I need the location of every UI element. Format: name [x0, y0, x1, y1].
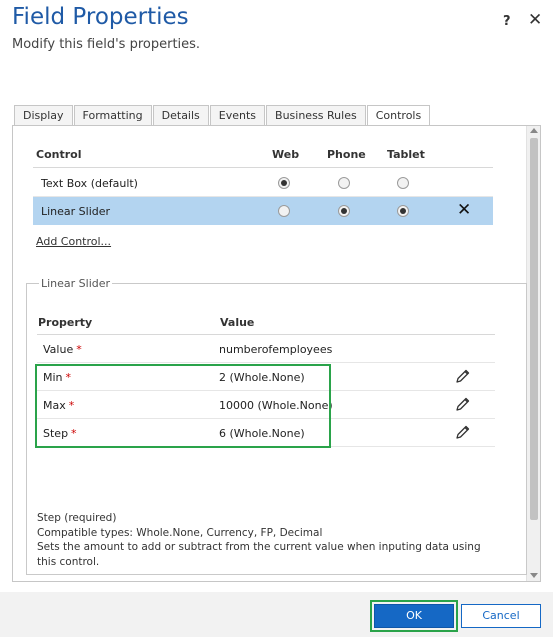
help-line: Compatible types: Whole.None, Currency, … [37, 526, 323, 539]
help-line: Step (required) [37, 512, 117, 524]
vertical-scrollbar[interactable] [526, 126, 540, 581]
phone-radio[interactable] [338, 205, 350, 217]
help-line: Sets the amount to add or subtract from … [37, 541, 481, 568]
column-header-web: Web [272, 148, 300, 161]
dialog-footer: OK Cancel [0, 592, 553, 637]
column-header-phone: Phone [327, 148, 366, 161]
required-marker: * [68, 399, 75, 412]
scroll-thumb[interactable] [530, 138, 538, 520]
control-row-text-box[interactable]: Text Box (default) [33, 169, 493, 197]
column-header-tablet: Tablet [387, 148, 425, 161]
tab-events[interactable]: Events [209, 105, 266, 126]
page-subtitle: Modify this field's properties. [12, 37, 201, 52]
group-legend: Linear Slider [39, 277, 113, 290]
page-title: Field Properties [12, 4, 189, 30]
controls-panel: Control Web Phone Tablet Text Box (defau… [12, 125, 541, 582]
property-help-text: Step (required) Compatible types: Whole.… [37, 511, 497, 569]
property-row-max[interactable]: Max * 10000 (Whole.None) [37, 391, 495, 419]
required-marker: * [76, 343, 82, 356]
column-header-control: Control [36, 148, 82, 161]
required-marker: * [65, 371, 72, 384]
tab-bar: Display Formatting Details Events Busine… [14, 105, 431, 127]
tab-controls[interactable]: Controls [366, 105, 431, 127]
property-value: 2 (Whole.None) [219, 371, 305, 384]
tablet-radio[interactable] [397, 205, 409, 217]
tab-details[interactable]: Details [152, 105, 209, 126]
property-value: 6 (Whole.None) [219, 427, 305, 440]
phone-radio[interactable] [338, 177, 350, 189]
control-name: Text Box (default) [41, 177, 138, 190]
required-marker: * [71, 427, 77, 440]
tab-business-rules[interactable]: Business Rules [266, 105, 366, 126]
property-row-step[interactable]: Step * 6 (Whole.None) [37, 419, 495, 447]
cancel-button[interactable]: Cancel [461, 604, 541, 628]
scroll-down-arrow-icon[interactable] [530, 573, 538, 578]
close-icon[interactable]: ✕ [457, 200, 471, 220]
property-value: numberofemployees [219, 343, 333, 356]
tab-formatting[interactable]: Formatting [73, 105, 152, 126]
control-row-linear-slider[interactable]: Linear Slider ✕ [33, 197, 493, 225]
header-divider [33, 167, 493, 168]
web-radio[interactable] [278, 205, 290, 217]
pencil-icon[interactable] [455, 424, 471, 440]
pencil-icon[interactable] [455, 368, 471, 384]
column-header-property: Property [38, 316, 93, 329]
help-button[interactable]: ? [503, 14, 511, 29]
property-row-min[interactable]: Min * 2 (Whole.None) [37, 363, 495, 391]
property-name: Max * [43, 399, 75, 412]
add-control-link[interactable]: Add Control... [36, 235, 111, 248]
property-value: 10000 (Whole.None) [219, 399, 333, 412]
scroll-up-arrow-icon[interactable] [530, 128, 538, 133]
ok-button[interactable]: OK [374, 604, 454, 628]
pencil-icon[interactable] [455, 396, 471, 412]
close-button[interactable]: ✕ [528, 10, 542, 30]
property-name: Step * [43, 427, 77, 440]
tab-display[interactable]: Display [14, 105, 73, 126]
property-name: Value * [43, 343, 82, 356]
column-header-value: Value [220, 316, 255, 329]
property-row-value[interactable]: Value * numberofemployees [37, 335, 495, 363]
tablet-radio[interactable] [397, 177, 409, 189]
property-name: Min * [43, 371, 72, 384]
linear-slider-properties-group: Linear Slider Property Value Value * numb… [26, 277, 527, 575]
control-name: Linear Slider [41, 205, 111, 218]
web-radio[interactable] [278, 177, 290, 189]
